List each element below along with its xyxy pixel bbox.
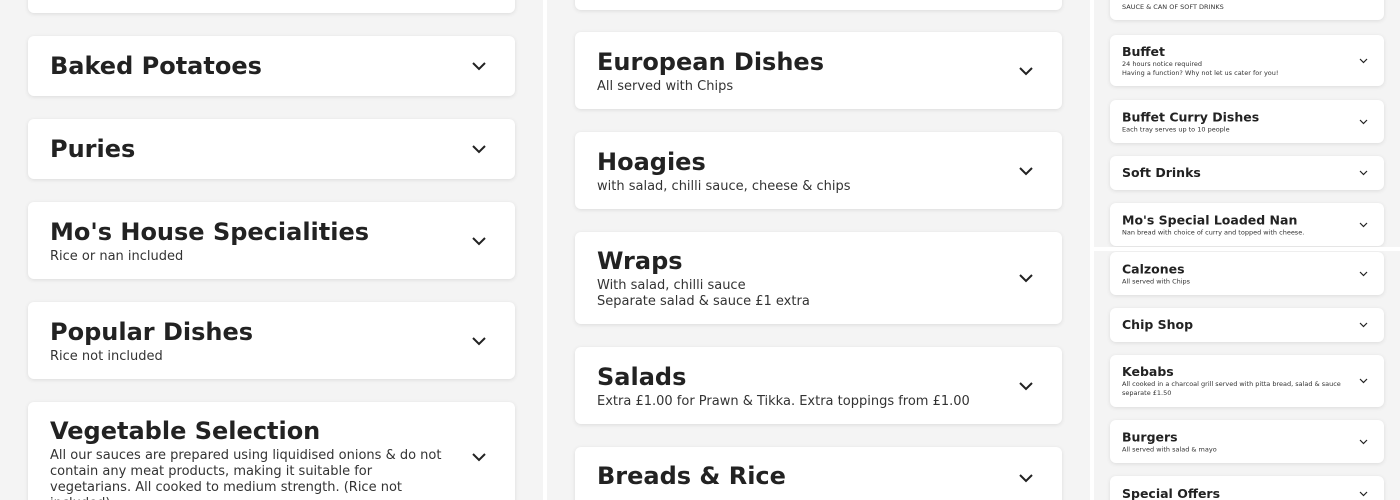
category-soft-drinks[interactable]: Soft Drinks: [1110, 156, 1384, 190]
category-kebabs[interactable]: Kebabs All cooked in a charcoal grill se…: [1110, 355, 1384, 407]
category-title: Soft Drinks: [1122, 165, 1201, 180]
menu-column-left: Baked Potatoes Puries Mo's House Special…: [0, 0, 543, 500]
category-chip-shop[interactable]: Chip Shop: [1110, 308, 1384, 342]
chevron-down-icon[interactable]: [1018, 66, 1034, 76]
category-wraps[interactable]: Wraps With salad, chilli sauce Separate …: [575, 232, 1062, 324]
category-breads-rice[interactable]: Breads & Rice: [575, 447, 1062, 500]
category-title: Mo's House Specialities: [50, 217, 370, 246]
category-title: Baked Potatoes: [50, 52, 262, 80]
category-title: Buffet: [1122, 43, 1166, 59]
chevron-down-icon[interactable]: [1359, 378, 1368, 384]
category-description: Extra £1.00 for Prawn & Tikka. Extra top…: [597, 393, 970, 409]
category-title: Hoagies: [597, 147, 706, 176]
category-title: European Dishes: [597, 47, 824, 76]
category-description-extra: Having a function? Why not let us cater …: [1122, 68, 1279, 77]
category-description: All served with salad & mayo: [1122, 445, 1217, 453]
category-salads[interactable]: Salads Extra £1.00 for Prawn & Tikka. Ex…: [575, 347, 1062, 424]
category-title: Special Offers: [1122, 486, 1221, 500]
chevron-down-icon[interactable]: [1359, 222, 1368, 228]
category-mos-special-loaded-nan[interactable]: Mo's Special Loaded Nan Nan bread with c…: [1110, 203, 1384, 246]
category-title: Mo's Special Loaded Nan: [1122, 212, 1298, 227]
category-title: Wraps: [597, 247, 683, 275]
category-buffet[interactable]: Buffet 24 hours notice required Having a…: [1110, 35, 1384, 86]
menu-column-middle: European Dishes All served with Chips Ho…: [547, 0, 1090, 500]
category-burgers[interactable]: Burgers All served with salad & mayo: [1110, 420, 1384, 463]
chevron-down-icon[interactable]: [1359, 491, 1368, 497]
category-title: Breads & Rice: [597, 462, 786, 490]
chevron-down-icon[interactable]: [1359, 58, 1368, 64]
category-card[interactable]: [575, 0, 1062, 10]
category-description: All served with Chips: [1122, 277, 1191, 285]
category-card[interactable]: [28, 0, 515, 13]
chevron-down-icon[interactable]: [1018, 381, 1034, 391]
category-title: Vegetable Selection: [50, 417, 321, 445]
category-title: Calzones: [1122, 261, 1185, 276]
category-description: with salad, chilli sauce, cheese & chips: [597, 178, 851, 194]
category-special-offers[interactable]: Special Offers: [1110, 476, 1384, 500]
category-title: Kebabs: [1122, 364, 1174, 379]
category-vegetable-selection[interactable]: Vegetable Selection All our sauces are p…: [28, 402, 515, 500]
chevron-down-icon[interactable]: [1018, 166, 1034, 176]
category-popular-dishes[interactable]: Popular Dishes Rice not included: [28, 302, 515, 379]
category-buffet-curry-dishes[interactable]: Buffet Curry Dishes Each tray serves up …: [1110, 100, 1384, 143]
category-description-extra: Separate salad & sauce £1 extra: [597, 294, 810, 309]
category-calzones[interactable]: Calzones All served with Chips: [1110, 252, 1384, 295]
category-description: 24 hours notice required: [1122, 59, 1203, 68]
chevron-down-icon[interactable]: [1359, 439, 1368, 445]
chevron-down-icon[interactable]: [1359, 119, 1368, 125]
category-puries[interactable]: Puries: [28, 119, 515, 179]
category-description: Rice or nan included: [50, 248, 184, 264]
section-divider: [1094, 247, 1400, 251]
category-baked-potatoes[interactable]: Baked Potatoes: [28, 36, 515, 96]
category-title: Buffet Curry Dishes: [1122, 109, 1260, 124]
category-title: Salads: [597, 362, 687, 391]
category-description: All our sauces are prepared using liquid…: [50, 448, 442, 500]
category-description: Rice not included: [50, 348, 163, 364]
category-hoagies[interactable]: Hoagies with salad, chilli sauce, cheese…: [575, 132, 1062, 209]
chevron-down-icon[interactable]: [471, 452, 487, 462]
category-title: Puries: [50, 135, 136, 163]
category-description: With salad, chilli sauce: [597, 278, 746, 293]
chevron-down-icon[interactable]: [471, 236, 487, 246]
category-european-dishes[interactable]: European Dishes All served with Chips: [575, 32, 1062, 109]
chevron-down-icon[interactable]: [471, 144, 487, 154]
category-description: All cooked in a charcoal grill served wi…: [1122, 380, 1341, 397]
category-card-partial[interactable]: SAUCE & CAN OF SOFT DRINKS: [1110, 0, 1384, 20]
chevron-down-icon[interactable]: [1018, 473, 1034, 483]
category-title: Chip Shop: [1122, 317, 1194, 332]
chevron-down-icon[interactable]: [1018, 273, 1034, 283]
chevron-down-icon[interactable]: [1359, 322, 1368, 328]
chevron-down-icon[interactable]: [471, 336, 487, 346]
category-mos-house-specialities[interactable]: Mo's House Specialities Rice or nan incl…: [28, 202, 515, 279]
category-description: SAUCE & CAN OF SOFT DRINKS: [1122, 3, 1224, 11]
chevron-down-icon[interactable]: [471, 61, 487, 71]
category-title: Popular Dishes: [50, 317, 254, 346]
chevron-down-icon[interactable]: [1359, 170, 1368, 176]
category-description: All served with Chips: [597, 78, 734, 94]
category-description: Each tray serves up to 10 people: [1122, 125, 1230, 133]
category-description: Nan bread with choice of curry and toppe…: [1122, 228, 1305, 236]
chevron-down-icon[interactable]: [1359, 271, 1368, 277]
category-title: Burgers: [1122, 429, 1178, 444]
